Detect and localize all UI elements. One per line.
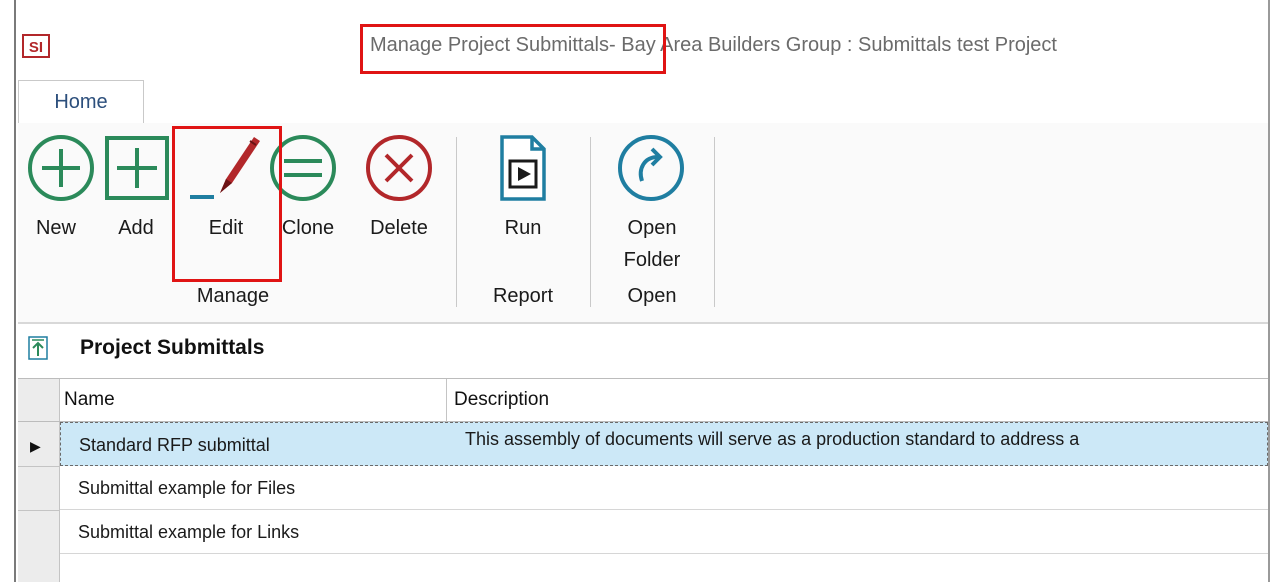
open-folder-label-line2: Folder <box>623 249 681 271</box>
x-circle-icon <box>364 133 434 208</box>
tab-home[interactable]: Home <box>18 80 144 124</box>
column-header-name[interactable]: Name <box>64 389 115 411</box>
open-folder-label-line1: Open <box>627 217 677 239</box>
table-row[interactable]: Submittal example for Files <box>60 466 1268 510</box>
window-left-edge <box>0 0 14 582</box>
current-row-arrow-icon: ▶ <box>30 438 41 454</box>
add-button[interactable]: Add <box>102 131 172 271</box>
open-folder-button[interactable]: Open Folder <box>604 131 700 281</box>
plus-square-icon <box>104 135 170 206</box>
window-title-rest: - Bay Area Builders Group : Submittals t… <box>609 34 1057 56</box>
column-header-description[interactable]: Description <box>454 389 549 411</box>
ribbon-separator <box>590 137 591 307</box>
delete-button[interactable]: Delete <box>356 131 442 271</box>
cell-name: Standard RFP submittal <box>79 435 270 455</box>
group-label-report: Report <box>492 285 554 307</box>
run-button-label: Run <box>504 217 542 239</box>
new-button[interactable]: New <box>22 131 100 271</box>
table-row[interactable]: Submittal example for Links <box>60 510 1268 554</box>
run-button[interactable]: Run <box>488 131 558 271</box>
column-divider[interactable] <box>446 379 447 423</box>
submittals-grid: Name Description ▶ Standard RFP submitta… <box>18 378 1268 582</box>
plus-circle-icon <box>26 133 96 208</box>
ribbon-bottom-border <box>18 322 1268 324</box>
tab-home-label: Home <box>54 91 108 113</box>
cell-name: Submittal example for Links <box>78 522 300 542</box>
ribbon-separator <box>456 137 457 307</box>
cell-name: Submittal example for Files <box>78 478 296 498</box>
upload-arrow-icon[interactable] <box>28 336 48 360</box>
group-label-open: Open <box>627 285 677 307</box>
edit-highlight-box <box>172 126 282 282</box>
row-header-corner <box>18 379 60 421</box>
delete-button-label: Delete <box>370 217 428 239</box>
ribbon-separator <box>714 137 715 307</box>
row-header-divider <box>18 466 60 467</box>
grid-header: Name Description <box>18 378 1268 423</box>
row-header-divider <box>18 510 60 511</box>
section-title: Project Submittals <box>80 336 265 359</box>
add-button-label: Add <box>118 217 154 239</box>
cell-description: This assembly of documents will serve as… <box>465 429 1080 449</box>
app-logo: SI <box>22 34 50 58</box>
new-button-label: New <box>35 217 76 239</box>
group-label-manage: Manage <box>196 285 270 307</box>
open-folder-arrow-icon <box>616 133 686 208</box>
window-right-border <box>1268 0 1270 582</box>
table-row[interactable]: Standard RFP submittal This assembly of … <box>60 422 1268 466</box>
window-border <box>14 0 16 582</box>
run-report-icon <box>498 133 548 208</box>
svg-text:SI: SI <box>29 39 43 56</box>
title-highlight-box <box>360 24 666 74</box>
